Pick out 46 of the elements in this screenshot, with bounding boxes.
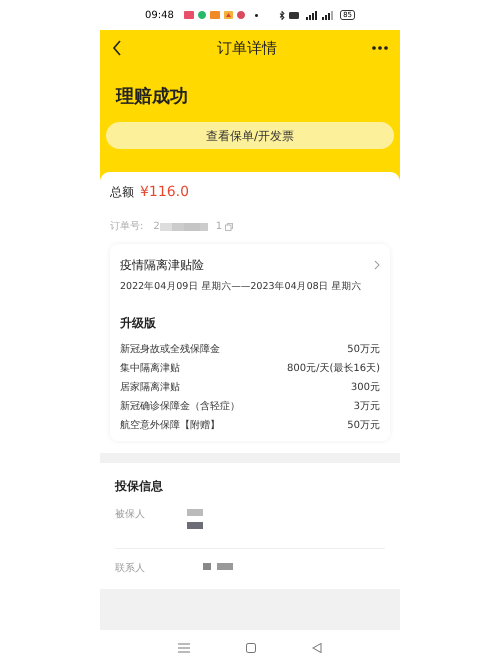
- benefit-value: 800元/天(最长16天): [287, 362, 380, 376]
- order-number: 1: [216, 220, 222, 234]
- field-label: 联系人: [115, 562, 146, 576]
- total-amount: ¥116.0: [140, 183, 189, 202]
- dot-icon: [254, 14, 258, 16]
- section-title: 投保信息: [115, 478, 164, 496]
- menu-icon: [178, 643, 190, 653]
- total-label: 总额: [110, 184, 134, 201]
- copy-icon: [225, 222, 234, 230]
- policy-card[interactable]: 疫情隔离津贴险 2022年04月09日 星期六——2023年04月08日 星期六 升级版 新冠身故或全残保障金 50万元 集中隔离津贴 800元/天(最长16天) 居家隔离津贴 300元 新冠确诊保障金（含轻症） 3万元 航空意外保障【附赠】 50万元: [110, 244, 390, 442]
- app-notification-icon: [184, 11, 194, 19]
- field-label: 被保人: [115, 508, 146, 522]
- signal-icon: [303, 10, 318, 20]
- signal-icon: [321, 10, 334, 20]
- policy-name: 疫情隔离津贴险: [120, 257, 204, 274]
- benefit-label: 居家隔离津贴: [120, 380, 180, 396]
- app-notification-icon: [198, 11, 206, 19]
- more-icon: [372, 46, 388, 50]
- benefit-label: 新冠身故或全残保障金: [120, 342, 220, 358]
- status-time: 09:48: [145, 8, 174, 22]
- benefit-label: 集中隔离津贴: [120, 362, 180, 376]
- benefit-value: 50万元: [347, 343, 380, 358]
- redaction-block: [187, 509, 203, 516]
- chevron-right-icon: [374, 260, 380, 270]
- page-title: 订单详情: [216, 38, 278, 59]
- home-icon: [246, 643, 256, 653]
- redaction-block: [187, 522, 203, 530]
- app-notification-icon: [224, 11, 233, 19]
- plan-name: 升级版: [120, 315, 157, 332]
- app-notification-icon: [236, 11, 245, 19]
- view-policy-button[interactable]: 查看保单/开发票: [106, 122, 394, 149]
- benefit-value: 3万元: [354, 400, 380, 414]
- order-number: 2: [153, 220, 160, 234]
- redaction-block: [217, 563, 233, 570]
- benefit-label: 新冠确诊保障金（含轻症）: [120, 400, 240, 414]
- app-notification-icon: [210, 11, 220, 19]
- benefit-label: 航空意外保障【附赠】: [120, 418, 220, 434]
- policy-period: 2022年04月09日 星期六——2023年04月08日 星期六: [120, 280, 363, 294]
- bluetooth-icon: [279, 10, 286, 20]
- redaction-block: [203, 563, 211, 570]
- back-icon: [112, 40, 122, 56]
- claim-status: 理赔成功: [114, 85, 189, 109]
- benefit-value: 300元: [350, 381, 380, 396]
- back-icon: [312, 643, 322, 653]
- benefit-value: 50万元: [347, 419, 380, 434]
- order-number-label: 订单号:: [110, 220, 144, 234]
